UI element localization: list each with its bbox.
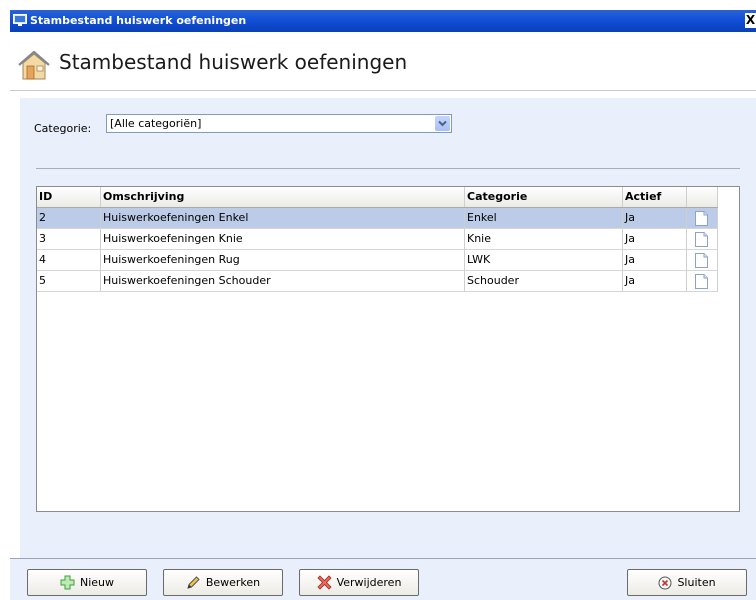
monitor-icon <box>13 14 27 26</box>
application-window: Stambestand huiswerk oefeningen X Stambe… <box>10 10 756 600</box>
document-icon[interactable] <box>695 274 708 289</box>
edit-button[interactable]: Bewerken <box>163 569 283 596</box>
new-button-label: Nieuw <box>79 576 115 589</box>
table-row[interactable]: 2 Huiswerkoefeningen Enkel Enkel Ja <box>37 208 718 229</box>
document-icon[interactable] <box>695 211 708 226</box>
dropdown-arrow-button[interactable] <box>435 116 450 131</box>
cell-active: Ja <box>623 250 687 270</box>
close-window-button[interactable]: X <box>745 13 756 28</box>
column-header-document <box>687 187 718 207</box>
delete-button-label: Verwijderen <box>336 576 402 589</box>
pencil-icon <box>187 576 200 589</box>
column-header-active[interactable]: Actief <box>623 187 687 207</box>
cell-description: Huiswerkoefeningen Schouder <box>101 271 465 291</box>
cell-document[interactable] <box>687 208 718 228</box>
main-content: Categorie: [Alle categoriën] ID Omschrij… <box>20 98 756 558</box>
column-header-id[interactable]: ID <box>37 187 101 207</box>
category-select-value: [Alle categoriën] <box>110 117 202 130</box>
page-header: Stambestand huiswerk oefeningen <box>10 32 756 91</box>
cell-category: Enkel <box>465 208 623 228</box>
table-header: ID Omschrijving Categorie Actief <box>37 187 718 208</box>
page-title: Stambestand huiswerk oefeningen <box>59 50 408 74</box>
exercises-table: ID Omschrijving Categorie Actief 2 Huisw… <box>36 186 740 512</box>
document-icon[interactable] <box>695 232 708 247</box>
window-title: Stambestand huiswerk oefeningen <box>30 14 247 27</box>
edit-button-label: Bewerken <box>205 576 261 589</box>
new-button[interactable]: Nieuw <box>27 569 147 596</box>
cell-document[interactable] <box>687 271 718 291</box>
table-row[interactable]: 3 Huiswerkoefeningen Knie Knie Ja <box>37 229 718 250</box>
close-button-label: Sluiten <box>677 576 716 589</box>
cell-category: Schouder <box>465 271 623 291</box>
plus-icon <box>60 575 75 590</box>
cell-id: 5 <box>37 271 101 291</box>
cell-id: 2 <box>37 208 101 228</box>
document-icon[interactable] <box>695 253 708 268</box>
cell-description: Huiswerkoefeningen Enkel <box>101 208 465 228</box>
cell-active: Ja <box>623 229 687 249</box>
cell-description: Huiswerkoefeningen Knie <box>101 229 465 249</box>
cell-id: 3 <box>37 229 101 249</box>
cell-category: Knie <box>465 229 623 249</box>
cell-id: 4 <box>37 250 101 270</box>
close-button[interactable]: Sluiten <box>627 569 747 596</box>
separator <box>36 168 740 169</box>
category-select[interactable]: [Alle categoriën] <box>106 114 452 133</box>
column-header-description[interactable]: Omschrijving <box>101 187 465 207</box>
table-row[interactable]: 5 Huiswerkoefeningen Schouder Schouder J… <box>37 271 718 292</box>
delete-x-icon <box>317 575 332 590</box>
delete-button[interactable]: Verwijderen <box>299 569 419 596</box>
title-bar[interactable]: Stambestand huiswerk oefeningen X <box>10 10 756 32</box>
chevron-down-icon <box>438 120 447 127</box>
column-header-category[interactable]: Categorie <box>465 187 623 207</box>
cell-category: LWK <box>465 250 623 270</box>
cell-active: Ja <box>623 271 687 291</box>
category-label: Categorie: <box>34 122 92 135</box>
cell-active: Ja <box>623 208 687 228</box>
cell-description: Huiswerkoefeningen Rug <box>101 250 465 270</box>
cell-document[interactable] <box>687 229 718 249</box>
home-icon <box>18 50 50 80</box>
cell-document[interactable] <box>687 250 718 270</box>
table-row[interactable]: 4 Huiswerkoefeningen Rug LWK Ja <box>37 250 718 271</box>
button-bar: Nieuw Bewerken Verwijderen Sluiten <box>10 558 756 600</box>
close-circle-icon <box>658 576 672 589</box>
